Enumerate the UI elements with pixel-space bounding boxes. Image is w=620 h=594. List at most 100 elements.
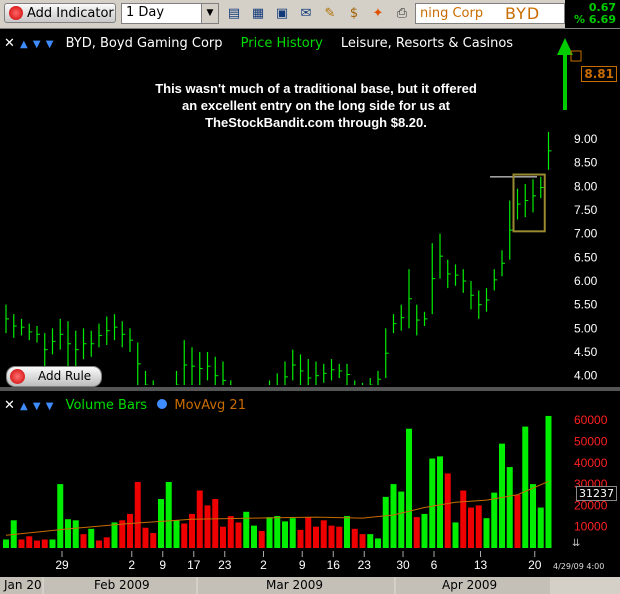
volume-bar (390, 484, 397, 548)
volume-bar (406, 428, 412, 548)
month-label: Mar 2009 (198, 577, 394, 594)
volume-bar (134, 481, 141, 548)
volume-bar (258, 530, 265, 548)
price-axis-tick: 7.50 (574, 203, 598, 217)
month-label: Apr 2009 (396, 577, 550, 594)
add-rule-button[interactable]: Add Rule (6, 366, 102, 387)
volume-bar (65, 519, 71, 548)
volume-axis-tick: 50000 (574, 435, 608, 449)
volume-bar (111, 522, 118, 548)
volume-bar (158, 499, 164, 548)
date-axis-tick: 2 (260, 558, 267, 572)
volume-chart: 10000200003000040000500006000029 2 9 17 23 2 9… (3, 413, 608, 572)
volume-bar (537, 507, 544, 548)
price-axis-tick: 5.00 (574, 321, 598, 335)
volume-bar (26, 536, 33, 548)
last-price-tag: 8.81 (581, 66, 617, 82)
volume-bar (142, 527, 149, 548)
volume-bar (96, 540, 102, 548)
volume-bar (506, 467, 513, 548)
volume-axis-tick: 10000 (574, 520, 608, 534)
date-axis-tick: 23 (358, 558, 372, 572)
volume-bar (468, 507, 474, 548)
price-axis-tick: 4.50 (574, 345, 598, 359)
date-axis-tick: 13 (474, 558, 488, 572)
price-axis-tick: 7.00 (574, 227, 598, 241)
volume-bar (530, 484, 536, 548)
volume-bar (398, 491, 405, 548)
corner-date-label: 4/29/09 4:00 (553, 562, 605, 571)
date-axis-tick: 30 (396, 558, 410, 572)
date-axis-tick: 23 (218, 558, 232, 572)
date-axis-tick: 2 (128, 558, 135, 572)
date-axis-tick: 16 (327, 558, 341, 572)
price-axis-tick: 6.50 (574, 250, 598, 264)
volume-bar (336, 526, 343, 548)
volume-bar (227, 516, 234, 548)
volume-bar (34, 540, 40, 548)
price-chart: 3.003.504.004.505.005.506.006.507.007.50… (5, 38, 598, 385)
volume-bar (49, 539, 56, 548)
add-rule-label: Add Rule (38, 369, 92, 383)
volume-bar (421, 513, 428, 548)
add-rule-icon (10, 369, 25, 384)
month-label: Feb 2009 (44, 577, 196, 594)
volume-bar (289, 518, 296, 548)
volume-axis-tick: 40000 (574, 456, 608, 470)
price-axis-tick: 6.00 (574, 274, 598, 288)
volume-bar (274, 516, 281, 548)
volume-bar (514, 494, 521, 548)
volume-bar (173, 520, 180, 548)
volume-bar (351, 528, 358, 548)
scroll-down-icon[interactable]: ⇊ (572, 538, 580, 549)
price-axis-tick: 8.50 (574, 156, 598, 170)
volume-bar (359, 534, 366, 548)
volume-bar (429, 458, 436, 548)
volume-bar (127, 513, 133, 548)
volume-bar (3, 539, 9, 548)
breakout-highlight-box (512, 173, 546, 233)
volume-bar (72, 520, 79, 548)
volume-bar (375, 538, 381, 548)
volume-bar (483, 518, 490, 548)
date-axis-tick: 20 (528, 558, 542, 572)
volume-bar (313, 526, 319, 548)
volume-bar (57, 484, 64, 548)
volume-bar (103, 537, 110, 548)
date-axis-tick: 17 (187, 558, 201, 572)
volume-bar (491, 492, 498, 548)
volume-bar (181, 523, 188, 548)
volume-bar (305, 517, 312, 548)
volume-bar (297, 529, 304, 548)
volume-bar (444, 473, 451, 548)
volume-bar (266, 517, 273, 548)
volume-bar (522, 426, 529, 548)
month-label: Jan 20 (0, 577, 42, 594)
price-axis-tick: 4.00 (574, 369, 598, 383)
volume-bar (204, 505, 211, 548)
volume-bar (475, 505, 482, 548)
volume-axis-tick: 60000 (574, 413, 608, 427)
price-axis-tick: 9.00 (574, 132, 598, 146)
last-ma-tag: 31237 (576, 486, 617, 501)
date-axis-tick: 29 (55, 558, 69, 572)
volume-bar (80, 534, 87, 548)
volume-bar (328, 525, 335, 548)
date-axis-tick: 6 (431, 558, 438, 572)
volume-bar (460, 490, 467, 548)
volume-bar (251, 525, 257, 548)
volume-bar (367, 534, 374, 548)
volume-bar (344, 516, 350, 548)
volume-bar (88, 528, 95, 548)
volume-bar (413, 517, 420, 548)
volume-bar (165, 481, 172, 548)
volume-bar (282, 521, 288, 548)
volume-bar (235, 522, 242, 548)
volume-bar (41, 539, 48, 548)
alert-marker-icon (570, 50, 582, 62)
date-axis-tick: 9 (159, 558, 166, 572)
volume-bar (220, 526, 226, 548)
volume-bar (243, 511, 250, 548)
volume-bar (437, 456, 443, 548)
volume-bar (18, 539, 25, 548)
